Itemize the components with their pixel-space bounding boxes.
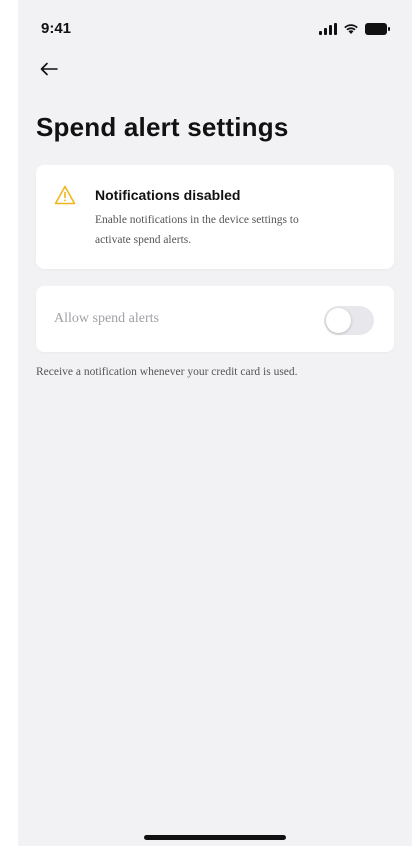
page-title: Spend alert settings: [36, 112, 289, 142]
back-button[interactable]: [34, 56, 64, 86]
toggle-knob: [326, 308, 351, 333]
phone-screen: 9:41 Spend alert settings Notifications …: [18, 0, 412, 846]
status-bar: 9:41: [18, 0, 412, 44]
warning-body: Enable notifications in the device setti…: [95, 214, 299, 246]
allow-spend-alerts-row: Allow spend alerts: [36, 286, 394, 352]
notifications-warning-card: Notifications disabled Enable notificati…: [36, 165, 394, 269]
allow-spend-alerts-toggle[interactable]: [324, 306, 374, 335]
battery-icon: [365, 22, 390, 40]
warning-title: Notifications disabled: [95, 187, 241, 203]
warning-triangle-icon: [54, 185, 76, 205]
signal-icon: [319, 22, 337, 40]
home-indicator: [144, 835, 286, 840]
spend-alerts-helper-text: Receive a notification whenever your cre…: [36, 366, 298, 378]
allow-spend-alerts-label: Allow spend alerts: [54, 311, 159, 326]
status-time: 9:41: [41, 20, 72, 37]
wifi-icon: [343, 22, 359, 40]
status-icons: [319, 22, 390, 40]
arrow-left-icon: [40, 62, 58, 81]
